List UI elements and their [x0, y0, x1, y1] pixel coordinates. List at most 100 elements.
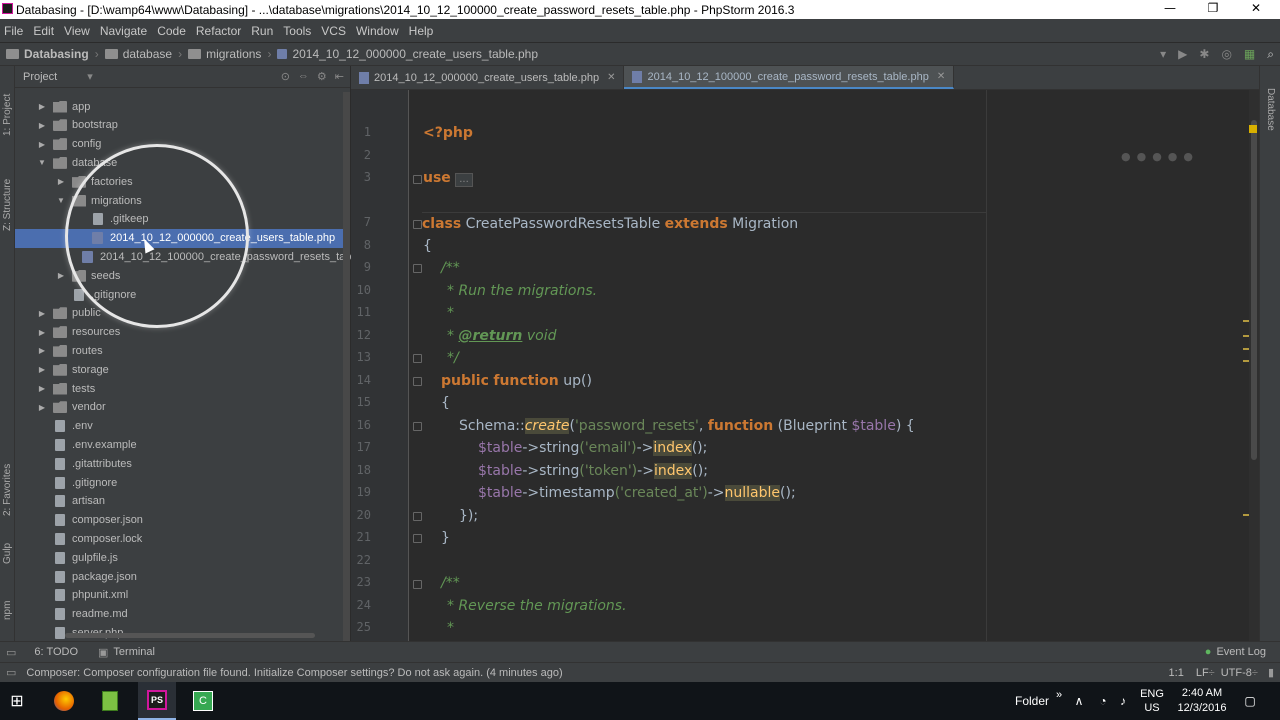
collapsed-arrow-icon[interactable]: ▶: [37, 328, 47, 337]
todo-tool-button[interactable]: 6: TODO: [34, 646, 78, 658]
coverage-icon[interactable]: ◎: [1221, 47, 1231, 61]
tab-create-password-resets-table[interactable]: 2014_10_12_100000_create_password_resets…: [624, 66, 955, 89]
tree-item[interactable]: .gitignore: [15, 473, 349, 492]
search-everywhere-icon[interactable]: ⌕: [1267, 47, 1274, 62]
run-icon[interactable]: ▶: [1178, 47, 1187, 61]
collapsed-arrow-icon[interactable]: ▶: [37, 121, 47, 130]
inspection-status-icon[interactable]: [1249, 125, 1257, 133]
fold-toggle[interactable]: [413, 512, 422, 521]
chevron-down-icon[interactable]: ▾: [87, 70, 93, 83]
close-tab-icon[interactable]: ✕: [607, 72, 615, 83]
tree-item[interactable]: phpunit.xml: [15, 586, 349, 605]
input-language[interactable]: ENG US: [1136, 682, 1168, 720]
collapsed-arrow-icon[interactable]: ▶: [37, 102, 47, 111]
collapsed-arrow-icon[interactable]: ▶: [56, 271, 66, 280]
tree-item[interactable]: .env: [15, 417, 349, 436]
menu-edit[interactable]: Edit: [33, 24, 54, 38]
database-tool-button[interactable]: Database: [1263, 88, 1278, 148]
action-center-icon[interactable]: ▢: [1238, 682, 1262, 720]
tree-item[interactable]: composer.json: [15, 511, 349, 530]
collapse-all-icon[interactable]: ⇔: [298, 70, 309, 83]
menu-tools[interactable]: Tools: [283, 24, 311, 38]
terminal-tool-button[interactable]: Terminal: [113, 646, 155, 658]
collapsed-arrow-icon[interactable]: ▶: [56, 177, 66, 186]
tree-vertical-scrollbar[interactable]: [343, 92, 350, 678]
structure-tool-button[interactable]: Z: Structure: [0, 161, 15, 231]
lock-icon[interactable]: ▮: [1268, 666, 1274, 679]
browser-preview-icons[interactable]: ●●●●●: [1121, 150, 1199, 163]
project-tool-button[interactable]: 1: Project: [0, 76, 15, 136]
breadcrumb-file[interactable]: 2014_10_12_000000_create_users_table.php: [277, 47, 538, 61]
caret-position[interactable]: 1:1: [1169, 667, 1184, 679]
fold-toggle[interactable]: [413, 264, 422, 273]
close-tab-icon[interactable]: ✕: [937, 71, 945, 82]
editor-scroll-thumb[interactable]: [1251, 120, 1257, 460]
minimize-button[interactable]: —: [1148, 0, 1192, 19]
tree-item[interactable]: artisan: [15, 492, 349, 511]
menu-run[interactable]: Run: [251, 24, 273, 38]
tree-item[interactable]: package.json: [15, 567, 349, 586]
menu-window[interactable]: Window: [356, 24, 399, 38]
menu-file[interactable]: File: [4, 24, 23, 38]
tree-item[interactable]: .gitattributes: [15, 454, 349, 473]
fold-toggle[interactable]: [413, 354, 422, 363]
line-separator[interactable]: LF: [1196, 667, 1209, 679]
collapsed-arrow-icon[interactable]: ▶: [37, 365, 47, 374]
status-toggle-icon[interactable]: ▭: [6, 666, 16, 679]
tree-item[interactable]: ▶ vendor: [15, 398, 349, 417]
menu-vcs[interactable]: VCS: [321, 24, 346, 38]
breadcrumb-project[interactable]: Databasing ›: [6, 47, 99, 61]
file-encoding[interactable]: UTF-8: [1221, 667, 1252, 679]
code-editor[interactable]: 1 2 3 7 8 9 10 11 12 13 14 15 16 17 18 19 20 21 22 23 24 25 <…: [351, 90, 1259, 641]
camtasia-taskbar-icon[interactable]: C: [184, 682, 222, 720]
firefox-taskbar-icon[interactable]: [46, 682, 82, 720]
hide-panel-icon[interactable]: ⇤: [335, 70, 344, 83]
menu-view[interactable]: View: [64, 24, 90, 38]
menu-help[interactable]: Help: [409, 24, 434, 38]
expand-chevron-icon[interactable]: »: [1052, 676, 1066, 714]
breadcrumb-migrations[interactable]: migrations ›: [188, 47, 271, 61]
taskbar-folder-label[interactable]: Folder: [1010, 682, 1054, 720]
tab-create-users-table[interactable]: 2014_10_12_000000_create_users_table.php…: [351, 66, 625, 89]
tree-item[interactable]: ▶ app: [15, 97, 349, 116]
tree-horizontal-scrollbar[interactable]: [65, 633, 315, 638]
debug-icon[interactable]: ✱: [1199, 47, 1209, 61]
notepad-taskbar-icon[interactable]: [92, 682, 128, 720]
tree-item[interactable]: composer.lock: [15, 529, 349, 548]
fold-toggle[interactable]: [413, 580, 422, 589]
menu-code[interactable]: Code: [157, 24, 186, 38]
taskbar-clock[interactable]: 2:40 AM 12/3/2016: [1172, 682, 1232, 720]
fold-toggle[interactable]: [413, 377, 422, 386]
npm-tool-button[interactable]: npm: [0, 592, 15, 620]
expanded-arrow-icon[interactable]: ▼: [37, 158, 47, 167]
event-log-button[interactable]: Event Log: [1216, 646, 1266, 658]
network-icon[interactable]: ◔: [1094, 682, 1112, 720]
volume-icon[interactable]: ♪: [1114, 682, 1132, 720]
tree-item[interactable]: ▶ bootstrap: [15, 116, 349, 135]
project-view-selector[interactable]: Project: [23, 71, 57, 83]
run-config-dropdown-icon[interactable]: ▾: [1160, 47, 1166, 61]
restore-button[interactable]: ❐: [1191, 0, 1235, 19]
close-window-button[interactable]: ✕: [1234, 0, 1278, 19]
fold-toggle[interactable]: [413, 175, 422, 184]
gulp-tool-button[interactable]: Gulp: [0, 534, 15, 564]
collapsed-arrow-icon[interactable]: ▶: [37, 309, 47, 318]
tree-item[interactable]: gulpfile.js: [15, 548, 349, 567]
tree-item[interactable]: readme.md: [15, 605, 349, 624]
tree-item[interactable]: ▶ routes: [15, 341, 349, 360]
tree-item[interactable]: ▶ resources: [15, 323, 349, 342]
show-hidden-icons-icon[interactable]: ∧: [1070, 682, 1088, 720]
gear-icon[interactable]: ⚙: [317, 70, 327, 83]
status-message[interactable]: Composer: Composer configuration file fo…: [26, 667, 562, 679]
toggle-tool-windows-icon[interactable]: ▭: [6, 646, 16, 659]
expanded-arrow-icon[interactable]: ▼: [56, 196, 66, 205]
collapsed-arrow-icon[interactable]: ▶: [37, 403, 47, 412]
fold-toggle[interactable]: [413, 534, 422, 543]
menu-navigate[interactable]: Navigate: [100, 24, 147, 38]
collapsed-arrow-icon[interactable]: ▶: [37, 384, 47, 393]
fold-toggle[interactable]: [413, 422, 422, 431]
phpstorm-taskbar-icon[interactable]: PS: [138, 682, 176, 720]
scroll-from-source-icon[interactable]: ⊙: [281, 70, 290, 83]
tree-item[interactable]: ▶ storage: [15, 360, 349, 379]
windows-start-icon[interactable]: ⊞: [0, 682, 34, 720]
